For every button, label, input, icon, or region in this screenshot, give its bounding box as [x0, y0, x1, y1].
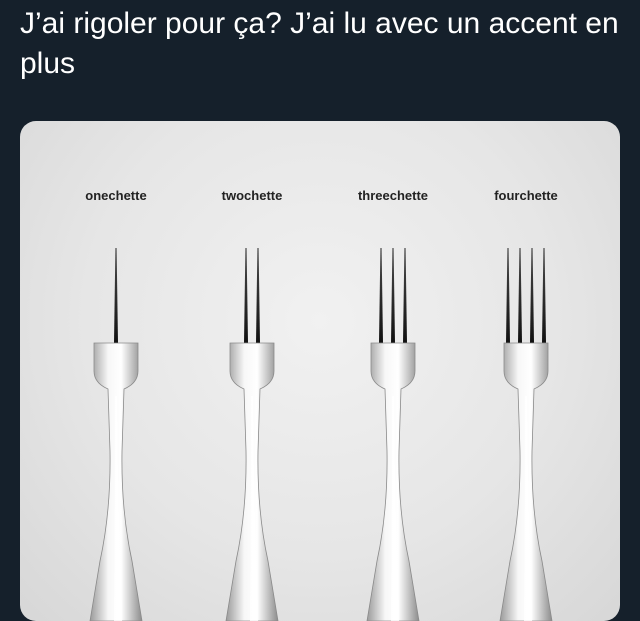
fork-tine — [244, 248, 248, 343]
tweet-image[interactable]: onechette twochette threechette fourchet… — [20, 121, 620, 621]
fork-onechette — [89, 248, 143, 621]
fork-threechette — [366, 248, 420, 621]
forks-illustration — [89, 248, 553, 621]
fork-tine — [256, 248, 260, 343]
fork-tine — [403, 248, 407, 343]
fork-tine — [530, 248, 534, 343]
fork-tine — [506, 248, 510, 343]
fork-tine — [391, 248, 395, 343]
fork-twochette — [225, 248, 279, 621]
tweet-text: J’ai rigoler pour ça? J’ai lu avec un ac… — [20, 7, 619, 80]
fork-fourchette — [499, 248, 553, 621]
fork-tine — [379, 248, 383, 343]
fork-tine — [518, 248, 522, 343]
fork-tine — [542, 248, 546, 343]
fork-tine — [114, 248, 118, 343]
